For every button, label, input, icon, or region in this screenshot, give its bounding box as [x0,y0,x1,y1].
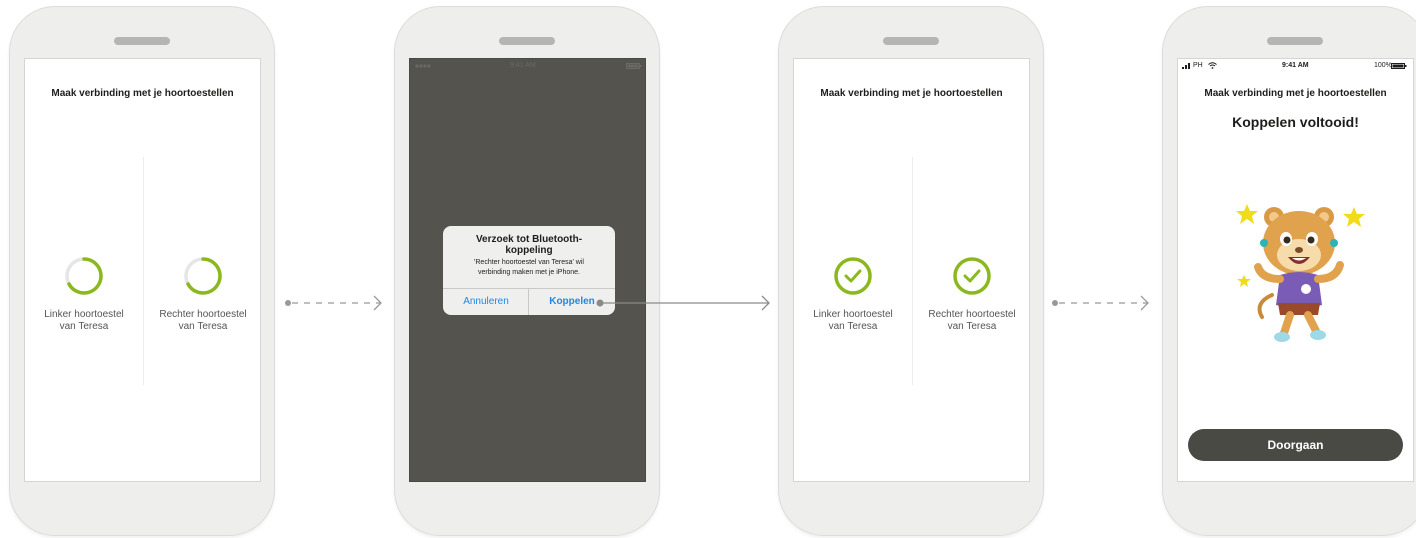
right-aid: Rechter hoortoestel van Teresa [913,255,1029,333]
status-bar: PH 9:41 AM 100% [1178,62,1413,72]
right-aid-line2: van Teresa [947,321,997,332]
lion-mascot-icon [1236,204,1365,342]
dashed-arrow-icon [1052,295,1149,311]
screen-complete: PH 9:41 AM 100% Maak verbinding met je h… [1177,58,1414,482]
left-aid: Linker hoortoestel van Teresa [25,255,143,333]
cancel-button[interactable]: Annuleren [443,288,529,315]
right-aid-label: Rechter hoortoestel van Teresa [144,309,260,333]
star-icon [1236,204,1258,224]
left-aid-label: Linker hoortoestel van Teresa [794,309,912,333]
star-icon [1237,275,1251,287]
dialog-message: 'Rechter hoortoestel van Teresa' wil ver… [474,259,584,276]
status-carrier: PH [1193,62,1203,69]
left-aid-line1: Linker hoortoestel [44,309,124,320]
right-aid-line1: Rechter hoortoestel [928,309,1016,320]
right-aid-label: Rechter hoortoestel van Teresa [913,309,1029,333]
screen-paired: Maak verbinding met je hoortoestellen Li… [793,58,1030,482]
bluetooth-pairing-dialog: Verzoek tot Bluetooth-koppeling 'Rechter… [443,226,615,315]
checkmark-icon [953,257,991,295]
wifi-icon [1208,62,1217,71]
right-aid-line1: Rechter hoortoestel [159,309,247,320]
status-bar: 9:41 AM [410,62,645,72]
status-time: 9:41 AM [510,62,536,69]
progress-ring-icon [65,257,103,295]
phone-searching: Maak verbinding met je hoortoestellen Li… [9,6,275,536]
battery-icon [626,63,642,71]
screen-title: Maak verbinding met je hoortoestellen [51,88,234,99]
dialog-title: Verzoek tot Bluetooth-koppeling [475,234,583,256]
star-icon [1343,207,1365,227]
screen-title: Maak verbinding met je hoortoestellen [1204,88,1387,99]
left-aid-line1: Linker hoortoestel [813,309,893,320]
phone-paired: Maak verbinding met je hoortoestellen Li… [778,6,1044,536]
dashed-arrow-icon [285,295,382,311]
phone-speaker [114,37,170,45]
phone-dialog: 9:41 AM Verzoek tot Bluetooth-koppeling … [394,6,660,536]
progress-ring-icon [184,257,222,295]
right-aid-line2: van Teresa [178,321,228,332]
left-aid-line2: van Teresa [59,321,109,332]
complete-heading: Koppelen voltooid! [1232,114,1359,130]
phone-speaker [499,37,555,45]
checkmark-icon [834,257,872,295]
screen-searching: Maak verbinding met je hoortoestellen Li… [24,58,261,482]
continue-button[interactable]: Doorgaan [1188,429,1403,461]
screen-title: Maak verbinding met je hoortoestellen [820,88,1003,99]
left-aid-line2: van Teresa [828,321,878,332]
status-time: 9:41 AM [1282,62,1309,69]
phone-speaker [883,37,939,45]
screen-dialog: 9:41 AM Verzoek tot Bluetooth-koppeling … [409,58,646,482]
battery-icon [1391,63,1407,71]
signal-icon [415,63,441,71]
solid-arrow-icon [596,295,770,311]
signal-icon [1182,62,1192,71]
right-aid: Rechter hoortoestel van Teresa [144,255,260,333]
left-aid: Linker hoortoestel van Teresa [794,255,912,333]
phone-speaker [1267,37,1323,45]
status-battery: 100% [1374,62,1392,69]
left-aid-label: Linker hoortoestel van Teresa [25,309,143,333]
phone-complete: PH 9:41 AM 100% Maak verbinding met je h… [1162,6,1416,536]
